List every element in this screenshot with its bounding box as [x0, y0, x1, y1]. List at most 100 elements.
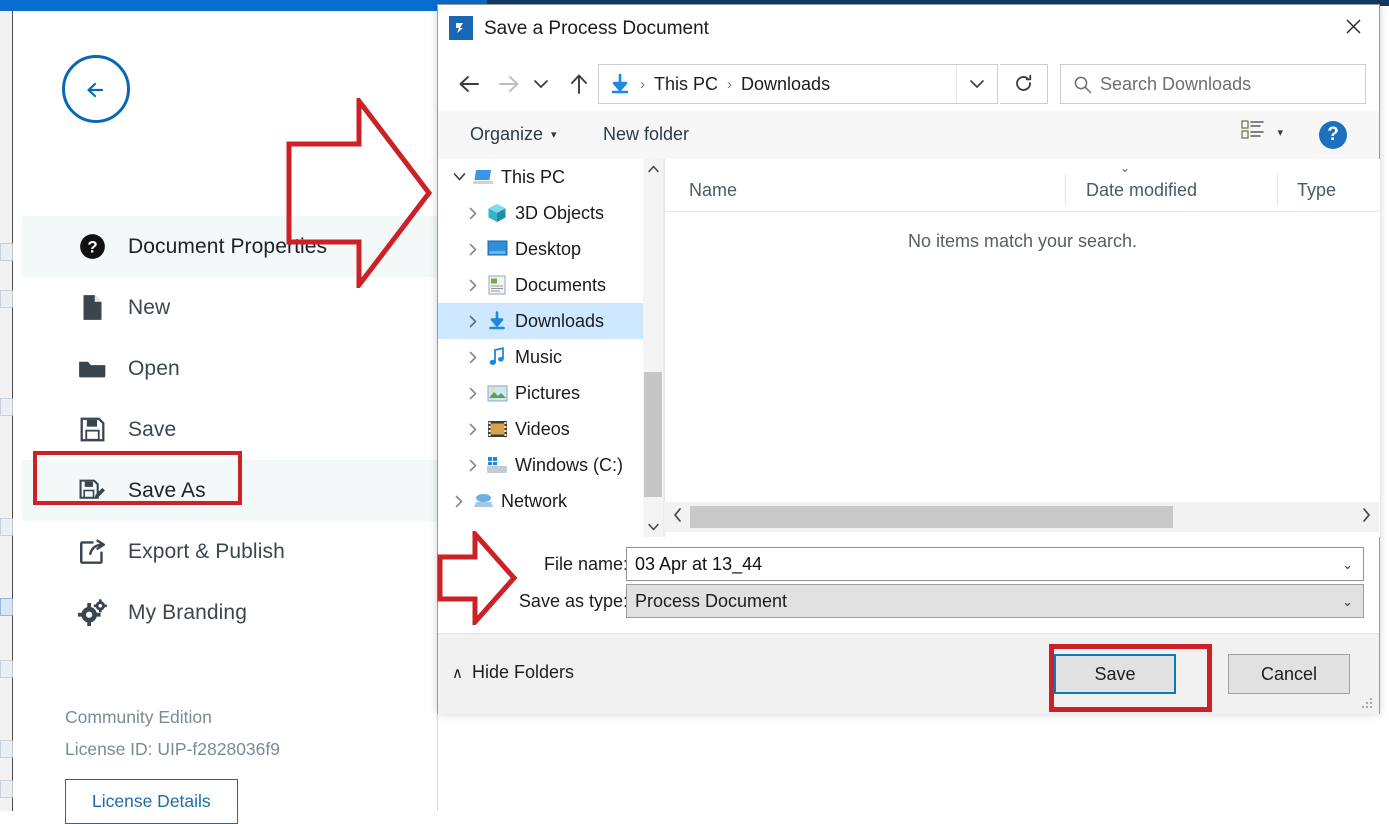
chevron-right-icon[interactable] — [462, 351, 484, 364]
question-mark-icon: ? — [66, 233, 118, 260]
organize-button[interactable]: Organize ▾ — [460, 119, 567, 150]
chevron-down-icon[interactable]: ⌄ — [1342, 557, 1353, 573]
menu-item-my-branding[interactable]: My Branding — [22, 582, 437, 643]
search-placeholder: Search Downloads — [1100, 73, 1252, 94]
menu-item-document-properties[interactable]: ? Document Properties — [22, 216, 437, 277]
scrollbar-thumb[interactable] — [690, 506, 1173, 528]
file-name-row: File name: 03 Apr at 13_44 ⌄ — [438, 547, 1379, 581]
resize-grip[interactable] — [1362, 698, 1374, 710]
tree-item-pictures[interactable]: Pictures — [438, 375, 643, 411]
scrollbar-thumb[interactable] — [644, 372, 662, 497]
help-button[interactable]: ? — [1319, 121, 1347, 149]
nav-back-button[interactable] — [450, 63, 488, 105]
floppy-disk-pencil-icon — [66, 478, 118, 503]
new-folder-button[interactable]: New folder — [593, 119, 699, 150]
file-list-header: Name ⌄ Date modified Type — [665, 159, 1380, 212]
save-button[interactable]: Save — [1054, 654, 1176, 694]
scroll-right-icon[interactable] — [1353, 508, 1379, 526]
menu-item-export-publish[interactable]: Export & Publish — [22, 521, 437, 582]
tree-item-documents[interactable]: Documents — [438, 267, 643, 303]
menu-item-label: Export & Publish — [128, 539, 285, 563]
column-header-name[interactable]: Name — [689, 180, 737, 201]
chevron-down-icon[interactable]: ⌄ — [1342, 594, 1353, 610]
search-icon — [1073, 75, 1092, 94]
menu-item-label: Save — [128, 417, 177, 441]
floppy-disk-icon — [66, 417, 118, 442]
tree-item-label: Pictures — [515, 382, 581, 403]
tree-item-music[interactable]: Music — [438, 339, 643, 375]
chevron-down-icon: ▾ — [1277, 127, 1283, 139]
tree-item-videos[interactable]: Videos — [438, 411, 643, 447]
view-list-icon — [1241, 119, 1265, 146]
tree-item-windows-c[interactable]: Windows (C:) — [438, 447, 643, 483]
tree-item-label: Desktop — [515, 238, 582, 259]
menu-item-save[interactable]: Save — [22, 399, 437, 460]
chevron-right-icon[interactable] — [462, 243, 484, 256]
dialog-action-bar: ∧ Hide Folders Save Cancel — [438, 633, 1379, 714]
license-details-button[interactable]: License Details — [65, 779, 238, 824]
menu-item-new[interactable]: New — [22, 277, 437, 338]
breadcrumb[interactable]: › This PC › Downloads — [598, 64, 998, 104]
search-input[interactable]: Search Downloads — [1060, 64, 1366, 104]
tree-item-downloads[interactable]: Downloads — [438, 303, 643, 339]
music-icon — [484, 347, 510, 367]
menu-item-open[interactable]: Open — [22, 338, 437, 399]
file-list-horizontal-scrollbar[interactable] — [664, 502, 1379, 532]
change-view-button[interactable]: ▾ — [1241, 119, 1283, 146]
chevron-down-icon[interactable] — [448, 172, 470, 182]
scroll-up-icon[interactable] — [643, 159, 663, 179]
scroll-left-icon[interactable] — [664, 508, 690, 526]
dialog-title: Save a Process Document — [484, 18, 709, 39]
chevron-right-icon[interactable] — [462, 315, 484, 328]
chevron-right-icon[interactable] — [462, 207, 484, 220]
breadcrumb-separator: › — [640, 75, 645, 93]
videos-icon — [484, 420, 510, 438]
tree-item-network[interactable]: Network — [438, 483, 643, 519]
tree-item-desktop[interactable]: Desktop — [438, 231, 643, 267]
file-name-input[interactable]: 03 Apr at 13_44 ⌄ — [626, 547, 1364, 581]
gears-icon — [66, 599, 118, 626]
license-info: Community Edition License ID: UIP-f28280… — [65, 701, 405, 824]
hide-folders-label: Hide Folders — [471, 662, 575, 682]
file-name-value: 03 Apr at 13_44 — [635, 553, 763, 574]
chevron-down-icon: ▾ — [551, 129, 557, 141]
nav-forward-button[interactable] — [490, 63, 528, 105]
organize-label: Organize — [470, 124, 544, 144]
menu-item-label: Save As — [128, 478, 206, 502]
tree-item-label: Windows (C:) — [515, 454, 624, 475]
breadcrumb-part-downloads[interactable]: Downloads — [741, 74, 830, 95]
recent-locations-icon[interactable] — [528, 63, 554, 105]
downloads-icon — [484, 311, 510, 331]
chevron-up-icon: ∧ — [452, 664, 463, 682]
desktop-icon — [484, 240, 510, 258]
column-header-type[interactable]: Type — [1297, 180, 1336, 201]
chevron-right-icon[interactable] — [448, 495, 470, 508]
back-arrow-icon — [87, 82, 104, 98]
hide-folders-button[interactable]: ∧ Hide Folders — [452, 662, 574, 683]
tree-item-this-pc[interactable]: This PC — [438, 159, 643, 195]
breadcrumb-dropdown-icon[interactable] — [956, 65, 997, 103]
tree-item-label: Network — [501, 490, 568, 511]
column-header-date-modified[interactable]: Date modified — [1086, 180, 1197, 201]
nav-up-button[interactable] — [560, 63, 598, 105]
chevron-right-icon[interactable] — [462, 423, 484, 436]
tree-item-3d-objects[interactable]: 3D Objects — [438, 195, 643, 231]
back-button[interactable] — [62, 55, 130, 123]
tree-scrollbar[interactable] — [643, 159, 664, 537]
chevron-right-icon[interactable] — [462, 459, 484, 472]
menu-item-save-as[interactable]: Save As — [22, 460, 437, 521]
computer-icon — [470, 168, 496, 186]
network-icon — [470, 493, 496, 509]
dialog-title-bar: Save a Process Document — [438, 5, 1379, 58]
chevron-right-icon[interactable] — [462, 387, 484, 400]
documents-icon — [484, 275, 510, 295]
close-icon[interactable] — [1327, 5, 1379, 47]
breadcrumb-part-this-pc[interactable]: This PC — [654, 74, 718, 95]
refresh-icon[interactable] — [1000, 64, 1048, 104]
chevron-right-icon[interactable] — [462, 279, 484, 292]
sort-ascending-icon: ⌄ — [1120, 161, 1131, 175]
cancel-button[interactable]: Cancel — [1228, 654, 1350, 694]
save-as-type-select[interactable]: Process Document ⌄ — [626, 584, 1364, 618]
scroll-down-icon[interactable] — [643, 517, 663, 537]
breadcrumb-separator: › — [727, 75, 733, 93]
